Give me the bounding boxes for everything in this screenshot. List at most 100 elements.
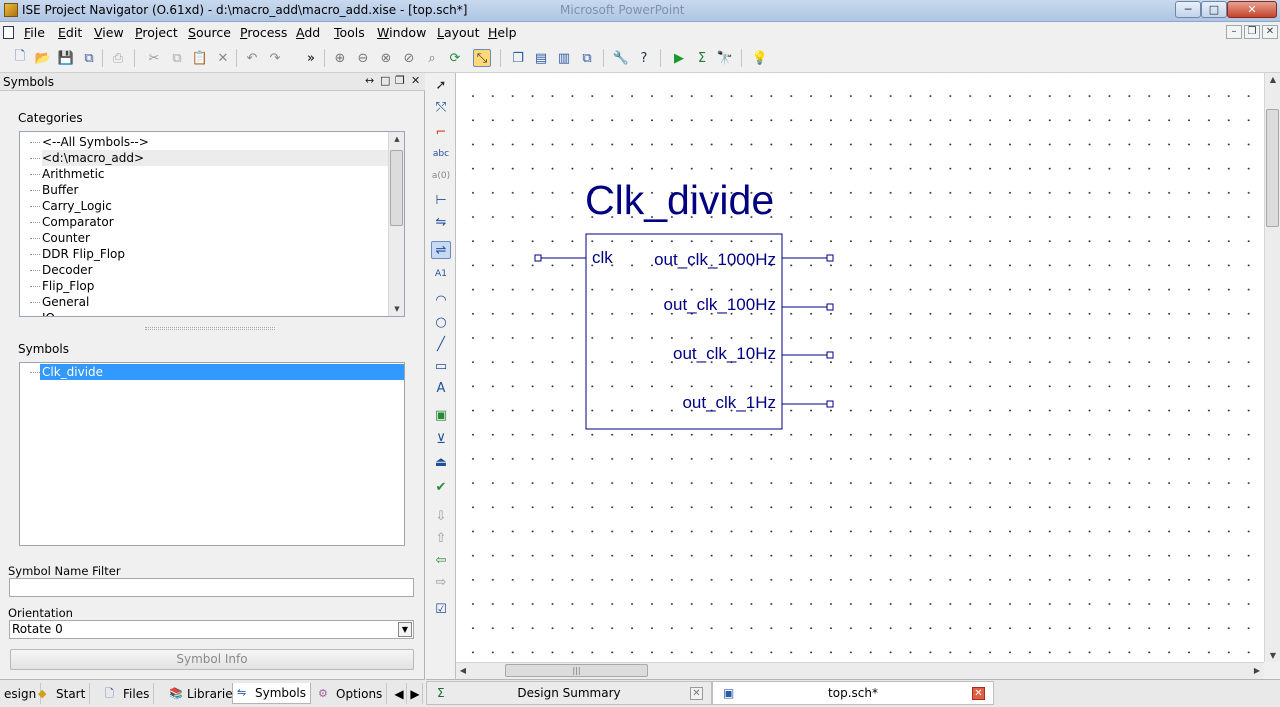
new-file-icon[interactable]: 🗋 xyxy=(11,49,29,67)
pin-terminal-clk[interactable] xyxy=(534,254,542,262)
save-all-icon[interactable]: ⧉ xyxy=(80,49,98,67)
cascade-icon[interactable]: ❐ xyxy=(509,49,527,67)
open-folder-icon[interactable]: 📂 xyxy=(34,49,52,67)
mdi-close-button[interactable]: ✕ xyxy=(1262,25,1278,39)
scroll-down-icon[interactable]: ▼ xyxy=(1265,651,1280,660)
category-item[interactable]: <--All Symbols--> xyxy=(42,134,149,150)
category-item[interactable]: DDR Flip_Flop xyxy=(42,246,125,262)
menu-window[interactable]: Window xyxy=(377,25,426,40)
menu-source[interactable]: Source xyxy=(188,25,231,40)
category-item[interactable]: Arithmetic xyxy=(42,166,105,182)
tab-options[interactable]: ⚙ Options xyxy=(314,683,388,704)
symbols-list[interactable]: Clk_divide xyxy=(19,362,405,546)
chevron-down-icon[interactable]: ▼ xyxy=(398,622,412,637)
categories-list[interactable]: <--All Symbols--> <d:\macro_add> Arithme… xyxy=(19,131,405,317)
zoom-out-icon[interactable]: ⊖ xyxy=(354,49,372,67)
menu-process[interactable]: Process xyxy=(240,25,287,40)
sigma-icon[interactable]: Σ xyxy=(693,49,711,67)
lightbulb-icon[interactable]: 💡 xyxy=(751,49,769,67)
minimize-button[interactable]: ─ xyxy=(1175,1,1201,18)
paste-icon[interactable]: 📋 xyxy=(191,49,209,67)
run-icon[interactable]: ▶ xyxy=(670,49,688,67)
select-arrow-icon[interactable]: ➚ xyxy=(431,76,451,94)
category-item[interactable]: Decoder xyxy=(42,262,93,278)
toolbar-overflow-button[interactable]: » xyxy=(302,49,320,67)
tab-top-sch[interactable]: ▣ top.sch* ✕ xyxy=(712,681,994,705)
add-bus-icon[interactable]: ⏏ xyxy=(431,453,451,471)
tab-design-summary[interactable]: Σ Design Summary ✕ xyxy=(426,681,712,705)
menu-layout[interactable]: Layout xyxy=(437,25,480,40)
restore-panel-button[interactable]: ❐ xyxy=(395,74,405,87)
add-text-icon[interactable]: A xyxy=(431,379,451,397)
check-schematic-icon[interactable]: ✔ xyxy=(431,478,451,496)
add-wire-icon[interactable]: ⌐ xyxy=(431,123,451,141)
forward-icon[interactable]: ⇨ xyxy=(431,573,451,591)
menu-help[interactable]: Help xyxy=(488,25,517,40)
add-net-name-icon[interactable]: abc xyxy=(431,145,451,163)
window-switch-icon[interactable]: ⧉ xyxy=(578,49,596,67)
category-item[interactable]: Comparator xyxy=(42,214,114,230)
add-io-marker-icon[interactable]: ⇋ xyxy=(431,213,451,231)
symbol-item-clk-divide[interactable]: Clk_divide xyxy=(40,364,404,380)
delete-icon[interactable]: ✕ xyxy=(214,49,232,67)
tabs-scroll-left-button[interactable]: ◀ xyxy=(392,683,407,704)
scroll-thumb[interactable]: ||| xyxy=(505,664,648,677)
print-icon[interactable]: ⎙ xyxy=(109,49,127,67)
refresh-icon[interactable]: ⟳ xyxy=(446,49,464,67)
telescope-icon[interactable]: 🔭 xyxy=(716,49,734,67)
category-item[interactable]: Carry_Logic xyxy=(42,198,112,214)
scroll-up-icon[interactable]: ▲ xyxy=(389,132,404,146)
add-symbol-icon[interactable]: ⇌ xyxy=(431,241,451,259)
schematic-canvas[interactable]: Clk_divide clk out_clk_1000Hz out_clk_10… xyxy=(456,73,1264,662)
tab-start[interactable]: ◆ Start xyxy=(34,683,91,704)
panel-splitter[interactable] xyxy=(145,327,275,330)
menu-view[interactable]: View xyxy=(94,25,124,40)
scroll-left-icon[interactable]: ◀ xyxy=(456,664,470,678)
tile-horizontal-icon[interactable]: ▤ xyxy=(532,49,550,67)
add-image-icon[interactable]: ▣ xyxy=(431,406,451,424)
close-window-button[interactable]: ✕ xyxy=(1227,1,1277,18)
undo-icon[interactable]: ↶ xyxy=(243,49,261,67)
zoom-selected-icon[interactable]: ⊘ xyxy=(400,49,418,67)
close-tab-button[interactable]: ✕ xyxy=(690,687,703,700)
redo-icon[interactable]: ↷ xyxy=(266,49,284,67)
close-panel-button[interactable]: ✕ xyxy=(411,74,420,87)
add-line-icon[interactable]: ╱ xyxy=(431,335,451,353)
canvas-vertical-scrollbar[interactable]: ▲ ▼ xyxy=(1264,73,1280,662)
menu-file[interactable]: File xyxy=(24,25,45,40)
mdi-minimize-button[interactable]: – xyxy=(1226,25,1242,39)
add-symbol-instance-icon[interactable]: A1 xyxy=(431,265,451,283)
copy-icon[interactable]: ⧉ xyxy=(168,49,186,67)
add-bus-tap-icon[interactable]: ⊢ xyxy=(431,191,451,209)
rename-bus-icon[interactable]: a(0) xyxy=(431,167,451,185)
category-item[interactable]: General xyxy=(42,294,89,310)
orientation-select[interactable]: Rotate 0 ▼ xyxy=(9,620,414,639)
scroll-down-icon[interactable]: ▼ xyxy=(389,302,404,316)
scroll-up-icon[interactable]: ▲ xyxy=(1265,75,1280,84)
cut-icon[interactable]: ✂ xyxy=(145,49,163,67)
add-arc-icon[interactable]: ◠ xyxy=(431,291,451,309)
zoom-fit-icon[interactable]: ⌕ xyxy=(423,49,441,67)
menu-edit[interactable]: Edit xyxy=(58,25,82,40)
pin-terminal-out-1000hz[interactable] xyxy=(826,254,834,262)
select-region-icon[interactable]: ⤲ xyxy=(431,98,451,116)
float-panel-button[interactable]: ↔ xyxy=(365,74,374,87)
scroll-right-icon[interactable]: ▶ xyxy=(1250,664,1264,678)
pin-terminal-out-1hz[interactable] xyxy=(826,400,834,408)
add-circle-icon[interactable]: ○ xyxy=(431,313,451,331)
tabs-scroll-right-button[interactable]: ▶ xyxy=(408,683,423,704)
category-item-selected[interactable]: <d:\macro_add> xyxy=(42,150,392,166)
help-pointer-icon[interactable]: ? xyxy=(635,49,653,67)
symbol-name-filter-input[interactable] xyxy=(9,578,414,597)
pop-up-icon[interactable]: ⇧ xyxy=(431,529,451,547)
back-icon[interactable]: ⇦ xyxy=(431,551,451,569)
category-item[interactable]: IO xyxy=(42,310,55,316)
checklist-icon[interactable]: ☑ xyxy=(431,600,451,618)
push-into-icon[interactable]: ⇩ xyxy=(431,507,451,525)
select-mode-icon[interactable]: ⤡ xyxy=(473,49,491,67)
tab-symbols[interactable]: ⇋ Symbols xyxy=(232,683,311,704)
save-icon[interactable]: 💾 xyxy=(57,49,75,67)
symbol-info-button[interactable]: Symbol Info xyxy=(10,649,414,670)
scroll-thumb[interactable] xyxy=(390,150,403,226)
tab-files[interactable]: 🗋 Files xyxy=(101,683,155,704)
